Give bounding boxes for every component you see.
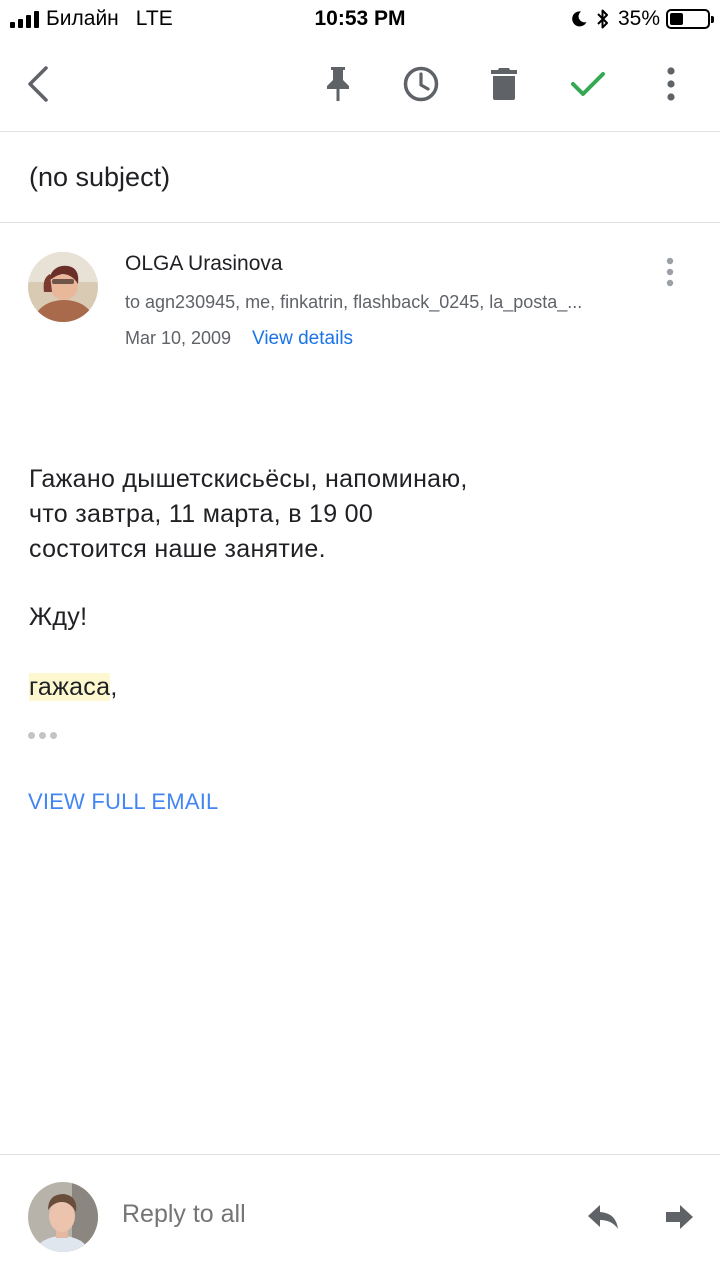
trash-icon	[491, 68, 517, 100]
email-signature: гажаса,	[29, 670, 118, 705]
reply-all-field[interactable]: Reply to all	[122, 1200, 246, 1229]
more-options-button[interactable]	[647, 60, 695, 108]
more-vert-icon	[667, 67, 675, 101]
pin-button[interactable]	[314, 60, 362, 108]
email-subject: (no subject)	[29, 162, 171, 192]
forward-button[interactable]	[655, 1193, 703, 1241]
message-more-button[interactable]	[655, 254, 685, 290]
signature-name: гажаса	[29, 673, 111, 701]
view-full-email-link[interactable]: VIEW FULL EMAIL	[28, 789, 218, 815]
battery-icon	[666, 9, 714, 29]
subject-divider	[0, 222, 720, 223]
user-avatar	[28, 1182, 98, 1252]
bottom-bar-divider	[0, 1154, 720, 1155]
email-closing: Жду!	[29, 603, 88, 631]
sender-avatar[interactable]	[28, 252, 98, 322]
status-bar: Билайн LTE 10:53 PM 35%	[0, 0, 720, 38]
view-details-link[interactable]: View details	[252, 328, 353, 350]
email-view-screen: Билайн LTE 10:53 PM 35% (no subject) OLG…	[0, 0, 720, 1280]
bluetooth-icon	[597, 9, 608, 29]
mark-done-button[interactable]	[564, 60, 612, 108]
message-date: Mar 10, 2009	[125, 328, 232, 348]
battery-percent: 35%	[617, 7, 660, 30]
signature-comma: ,	[110, 673, 118, 701]
body-line: что завтра, 11 марта, в 19 00	[29, 500, 374, 528]
user-photo-icon	[28, 1182, 98, 1252]
sender-name: OLGA Urasinova	[125, 252, 283, 275]
forward-icon	[666, 1205, 693, 1229]
email-body-paragraph: Гажано дышетскисьёсы, напоминаю, что зав…	[29, 462, 468, 567]
show-trimmed-content-button[interactable]	[28, 726, 64, 744]
moon-icon	[572, 11, 587, 27]
reply-button[interactable]	[579, 1193, 627, 1241]
toolbar-divider	[0, 131, 720, 132]
done-check-icon	[571, 72, 605, 96]
snooze-clock-icon	[403, 66, 439, 102]
pin-icon	[327, 67, 349, 101]
delete-button[interactable]	[480, 60, 528, 108]
sender-photo-icon	[28, 252, 98, 322]
battery-level-fill	[670, 13, 683, 25]
status-right: 35%	[570, 7, 714, 31]
back-arrow-icon	[28, 66, 48, 102]
more-vert-icon	[666, 257, 674, 287]
recipients-list[interactable]: to agn230945, me, finkatrin, flashback_0…	[125, 292, 625, 313]
snooze-button[interactable]	[397, 60, 445, 108]
reply-icon	[588, 1205, 618, 1229]
back-button[interactable]	[14, 60, 62, 108]
body-line: состоится наше занятие.	[29, 535, 326, 563]
email-toolbar	[0, 40, 720, 126]
body-line: Гажано дышетскисьёсы, напоминаю,	[29, 465, 468, 493]
